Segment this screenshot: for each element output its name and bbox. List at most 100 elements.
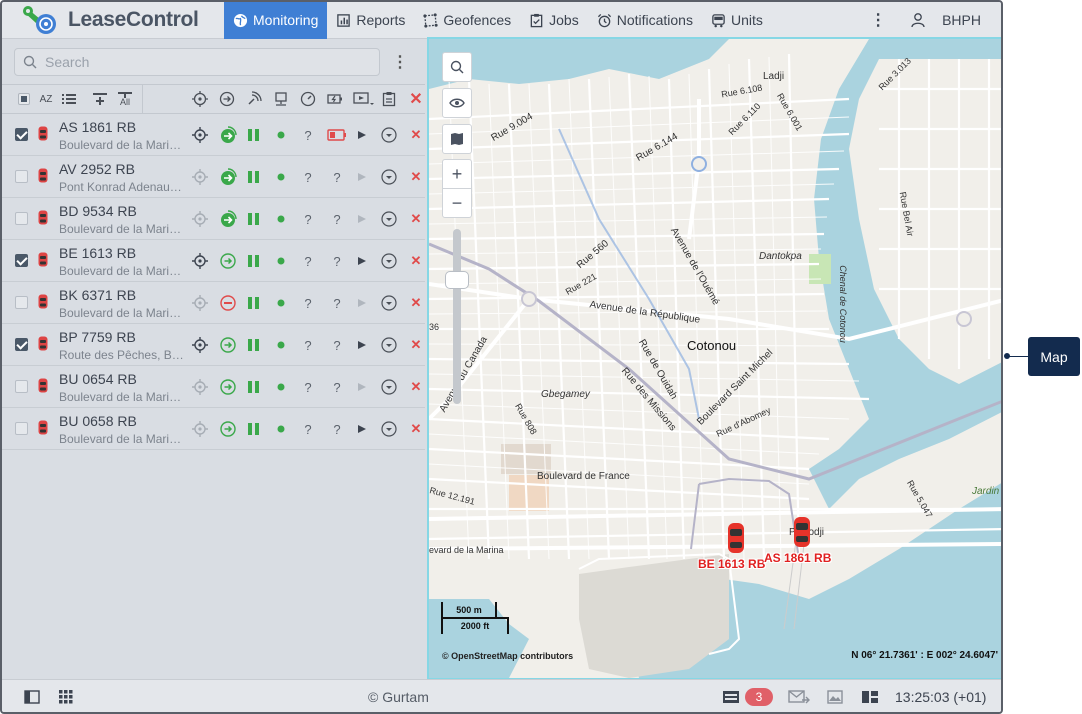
send-command-icon[interactable] bbox=[354, 169, 370, 185]
locate-column-icon[interactable] bbox=[191, 90, 209, 108]
movement-state-icon[interactable] bbox=[219, 168, 237, 186]
notifications-count-badge[interactable]: 3 bbox=[745, 688, 773, 706]
unit-checkbox[interactable] bbox=[15, 380, 28, 393]
nav-geofences[interactable]: Geofences bbox=[414, 2, 520, 39]
car-marker-icon[interactable] bbox=[727, 521, 745, 555]
user-name[interactable]: BHPH bbox=[942, 12, 981, 28]
movement-state-icon[interactable] bbox=[219, 210, 237, 228]
unit-row[interactable]: BK 6371 RB Boulevard de la Marina, Coton… bbox=[2, 282, 425, 324]
nav-notifications[interactable]: Notifications bbox=[588, 2, 702, 39]
map-attribution[interactable]: © OpenStreetMap contributors bbox=[442, 651, 573, 661]
gps-state-icon[interactable] bbox=[273, 169, 289, 185]
connection-state-icon[interactable] bbox=[246, 421, 262, 437]
unit-checkbox[interactable] bbox=[15, 254, 28, 267]
more-menu-icon[interactable]: ⋮ bbox=[870, 10, 886, 30]
unit-checkbox[interactable] bbox=[15, 422, 28, 435]
unit-menu-icon[interactable] bbox=[381, 295, 397, 311]
show-all-icon[interactable]: All bbox=[116, 90, 134, 108]
search-input[interactable]: Search bbox=[14, 47, 380, 76]
movement-state-icon[interactable] bbox=[219, 420, 237, 438]
delete-unit-icon[interactable]: ✕ bbox=[408, 337, 424, 353]
unit-name[interactable]: BE 1613 RB bbox=[59, 245, 136, 261]
locate-unit-icon[interactable] bbox=[192, 127, 208, 143]
delete-column-icon[interactable]: ✕ bbox=[407, 90, 425, 108]
send-command-icon[interactable] bbox=[354, 127, 370, 143]
delete-unit-icon[interactable]: ✕ bbox=[408, 295, 424, 311]
send-command-icon[interactable] bbox=[354, 421, 370, 437]
map-view[interactable]: Rue 9.004 Rue 6.144 Ladji Rue 6.108 Rue … bbox=[427, 37, 1001, 680]
unit-row[interactable]: AS 1861 RB Boulevard de la Marina, Coton… bbox=[2, 114, 425, 156]
movement-state-icon[interactable] bbox=[219, 336, 237, 354]
apps-grid-icon[interactable] bbox=[59, 690, 73, 704]
movement-state-icon[interactable] bbox=[219, 126, 237, 144]
gps-state-icon[interactable] bbox=[273, 211, 289, 227]
locate-unit-icon[interactable] bbox=[192, 421, 208, 437]
unit-checkbox[interactable] bbox=[15, 296, 28, 309]
gps-state-icon[interactable] bbox=[273, 337, 289, 353]
unit-menu-icon[interactable] bbox=[381, 169, 397, 185]
unit-name[interactable]: BU 0658 RB bbox=[59, 413, 137, 429]
send-command-icon[interactable] bbox=[354, 337, 370, 353]
connection-state-icon[interactable] bbox=[246, 169, 262, 185]
select-all-checkbox[interactable] bbox=[15, 90, 33, 108]
unit-name[interactable]: BU 0654 RB bbox=[59, 371, 137, 387]
unit-name[interactable]: BD 9534 RB bbox=[59, 203, 137, 219]
unit-row[interactable]: AV 2952 RB Pont Konrad Adenauer, Cotonou… bbox=[2, 156, 425, 198]
speed-column-icon[interactable] bbox=[299, 90, 317, 108]
messages-icon[interactable] bbox=[788, 690, 810, 704]
list-view-icon[interactable] bbox=[60, 90, 78, 108]
connection-state-icon[interactable] bbox=[246, 127, 262, 143]
connection-state-icon[interactable] bbox=[246, 211, 262, 227]
logo[interactable]: LeaseControl bbox=[2, 2, 224, 39]
car-marker-label[interactable]: AS 1861 RB bbox=[764, 551, 831, 565]
gps-state-icon[interactable] bbox=[273, 253, 289, 269]
map-layers-button[interactable] bbox=[442, 124, 472, 154]
device-column-icon[interactable] bbox=[272, 90, 290, 108]
zoom-in-button[interactable]: + bbox=[442, 159, 472, 189]
connection-state-icon[interactable] bbox=[246, 295, 262, 311]
search-options-icon[interactable]: ⋮ bbox=[392, 52, 408, 72]
unit-name[interactable]: BP 7759 RB bbox=[59, 329, 136, 345]
unit-row[interactable]: BD 9534 RB Boulevard de la Marina, Coton… bbox=[2, 198, 425, 240]
send-command-icon[interactable] bbox=[354, 211, 370, 227]
unit-menu-icon[interactable] bbox=[381, 337, 397, 353]
add-group-icon[interactable] bbox=[91, 90, 109, 108]
unit-menu-icon[interactable] bbox=[381, 127, 397, 143]
unit-name[interactable]: AV 2952 RB bbox=[59, 161, 135, 177]
zoom-out-button[interactable]: − bbox=[442, 188, 472, 218]
commands-column-icon[interactable] bbox=[353, 90, 375, 108]
movement-state-icon[interactable] bbox=[219, 378, 237, 396]
map-search-button[interactable] bbox=[442, 52, 472, 82]
nav-jobs[interactable]: Jobs bbox=[520, 2, 588, 39]
map-visibility-button[interactable] bbox=[442, 88, 472, 118]
unit-row[interactable]: BE 1613 RB Boulevard de la Marina, Coton… bbox=[2, 240, 425, 282]
connection-state-icon[interactable] bbox=[246, 379, 262, 395]
unit-checkbox[interactable] bbox=[15, 338, 28, 351]
notifications-inbox-icon[interactable] bbox=[722, 690, 740, 704]
power-column-icon[interactable] bbox=[326, 90, 344, 108]
user-icon[interactable] bbox=[910, 12, 926, 28]
unit-row[interactable]: BU 0658 RB Boulevard de la Marina, Coton… bbox=[2, 408, 425, 450]
gps-state-icon[interactable] bbox=[273, 421, 289, 437]
send-command-icon[interactable] bbox=[354, 253, 370, 269]
image-icon[interactable] bbox=[827, 690, 843, 704]
connection-state-icon[interactable] bbox=[246, 337, 262, 353]
delete-unit-icon[interactable]: ✕ bbox=[408, 127, 424, 143]
delete-unit-icon[interactable]: ✕ bbox=[408, 379, 424, 395]
locate-unit-icon[interactable] bbox=[192, 211, 208, 227]
layout-icon[interactable] bbox=[861, 690, 879, 704]
nav-units[interactable]: Units bbox=[702, 2, 772, 39]
connection-column-icon[interactable] bbox=[245, 90, 263, 108]
locate-unit-icon[interactable] bbox=[192, 379, 208, 395]
movement-state-icon[interactable] bbox=[219, 252, 237, 270]
gps-state-icon[interactable] bbox=[273, 295, 289, 311]
movement-column-icon[interactable] bbox=[218, 90, 236, 108]
locate-unit-icon[interactable] bbox=[192, 295, 208, 311]
delete-unit-icon[interactable]: ✕ bbox=[408, 421, 424, 437]
connection-state-icon[interactable] bbox=[246, 253, 262, 269]
unit-checkbox[interactable] bbox=[15, 212, 28, 225]
unit-checkbox[interactable] bbox=[15, 128, 28, 141]
zoom-slider-track[interactable] bbox=[453, 229, 461, 404]
locate-unit-icon[interactable] bbox=[192, 169, 208, 185]
sort-az-icon[interactable]: AZ bbox=[37, 90, 55, 108]
